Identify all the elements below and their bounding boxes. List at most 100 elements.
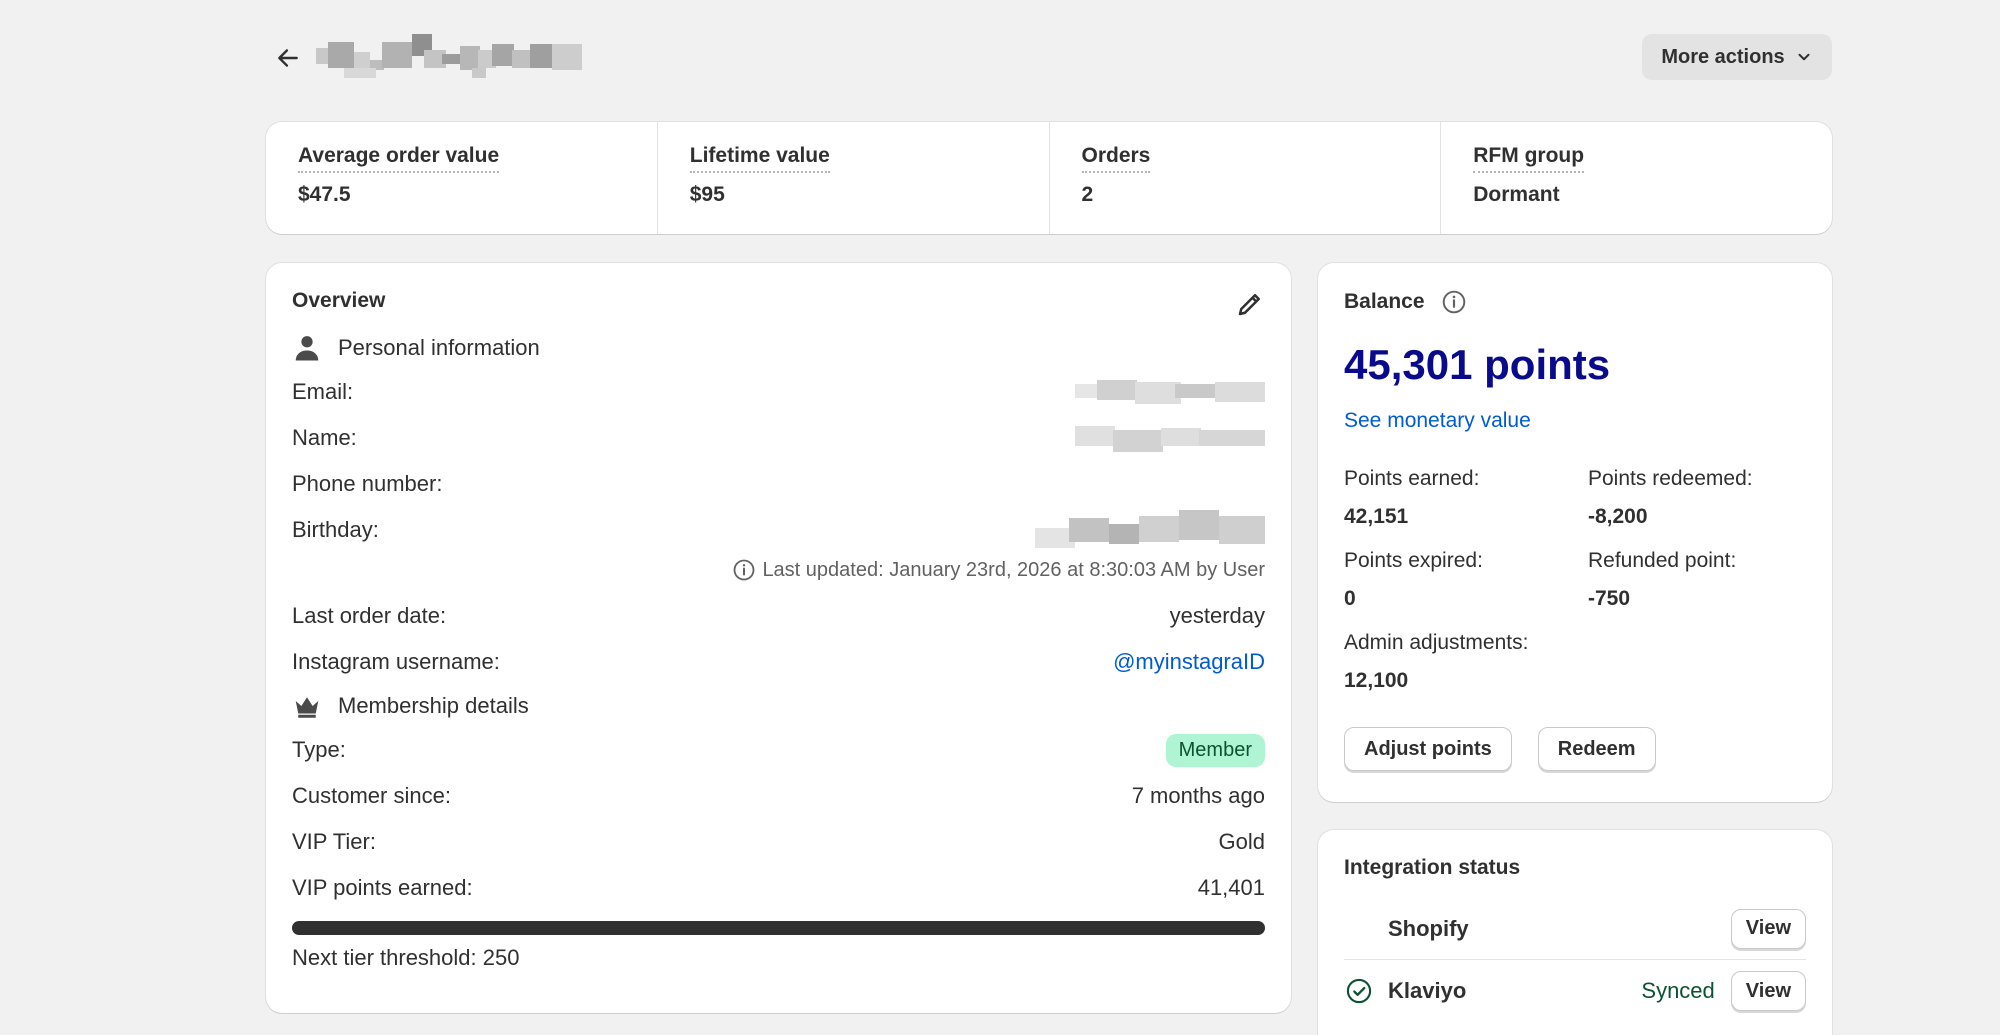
customer-name-redacted [316,34,582,78]
view-klaviyo-button[interactable]: View [1730,971,1806,1011]
stat-rfm-group: RFM group Dormant [1441,122,1832,234]
birthday-row: Birthday: [292,507,1265,553]
check-circle-icon [1344,976,1374,1006]
integration-name: Klaviyo [1388,978,1467,1003]
stat-average-order-value: Average order value $47.5 [266,122,658,234]
vip-points-label: VIP points earned: [292,875,473,900]
personal-info-heading: Personal information [292,333,1265,363]
refunded-label: Refunded point: [1588,549,1737,572]
stat-label[interactable]: RFM group [1473,144,1585,173]
customer-since-value: 7 months ago [1131,783,1265,808]
last-updated-row: Last updated: January 23rd, 2026 at 8:30… [292,553,1265,587]
balance-actions: Adjust points Redeem [1344,727,1806,771]
vip-tier-value: Gold [1218,829,1265,854]
vip-progress-fill [292,921,1265,935]
info-icon [734,559,755,581]
stat-lifetime-value: Lifetime value $95 [658,122,1050,234]
integration-row-shopify: Shopify View [1344,898,1806,960]
points-redeemed-label: Points redeemed: [1588,467,1753,490]
next-tier-text: Next tier threshold: 250 [292,945,520,970]
last-updated-text: Last updated: January 23rd, 2026 at 8:30… [762,558,1265,581]
chevron-down-icon [1798,53,1810,61]
balance-card: Balance 45,301 points See monetary value… [1318,263,1832,802]
points-breakdown: Points earned: 42,151 Points redeemed: -… [1344,467,1806,693]
overview-card: Overview Personal information Email: Nam… [266,263,1291,1013]
stat-label[interactable]: Orders [1081,144,1151,173]
name-redacted [1075,426,1265,452]
type-label: Type: [292,737,346,762]
vip-points-row: VIP points earned: 41,401 [292,865,1265,911]
birthday-redacted [1035,510,1265,548]
email-row: Email: [292,369,1265,415]
points-balance: 45,301 points [1344,341,1611,388]
last-order-value: yesterday [1169,603,1265,628]
balance-header: Balance [1344,289,1806,315]
vip-tier-row: VIP Tier: Gold [292,819,1265,865]
crown-icon [295,697,319,718]
stat-value: 2 [1081,183,1094,206]
membership-heading: Membership details [292,691,1265,721]
adjust-points-button[interactable]: Adjust points [1344,727,1512,771]
redeem-button[interactable]: Redeem [1537,727,1656,771]
view-shopify-button[interactable]: View [1730,908,1806,949]
points-earned: Points earned: 42,151 [1344,467,1588,529]
refunded-value: -750 [1588,587,1631,610]
instagram-link[interactable]: @myinstagraID [1113,649,1265,675]
info-icon[interactable] [1441,289,1467,315]
points-expired-value: 0 [1344,587,1356,610]
last-order-label: Last order date: [292,603,447,628]
integration-title: Integration status [1344,856,1521,879]
email-label: Email: [292,379,354,404]
stat-value: $95 [689,183,725,206]
type-row: Type: Member [292,727,1265,773]
last-order-row: Last order date: yesterday [292,593,1265,639]
points-expired: Points expired: 0 [1344,549,1588,611]
arrow-left-icon [278,49,298,67]
name-label: Name: [292,425,357,450]
refunded-points: Refunded point: -750 [1588,549,1818,611]
vip-points-value: 41,401 [1197,875,1265,900]
overview-title: Overview [292,289,386,312]
name-row: Name: [292,415,1265,461]
instagram-label: Instagram username: [292,649,500,674]
stat-orders: Orders 2 [1050,122,1442,234]
admin-adjustments-label: Admin adjustments: [1344,631,1529,654]
vip-tier-label: VIP Tier: [292,829,376,854]
stat-value: $47.5 [298,183,351,206]
integration-name: Shopify [1388,915,1469,941]
integration-row-klaviyo: Klaviyo Synced View [1344,960,1806,1022]
stat-label[interactable]: Lifetime value [689,144,830,173]
back-button[interactable] [270,40,306,76]
admin-adjustments: Admin adjustments: 12,100 [1344,631,1588,693]
page-header: More actions [266,34,1832,82]
membership-label: Membership details [338,693,529,718]
instagram-row: Instagram username: @myinstagraID [292,639,1265,685]
points-earned-label: Points earned: [1344,467,1480,490]
edit-button[interactable] [1235,289,1267,321]
member-badge: Member [1165,733,1265,767]
admin-adjustments-value: 12,100 [1344,669,1409,692]
customer-since-label: Customer since: [292,783,451,808]
stat-label[interactable]: Average order value [298,144,500,173]
customer-stats-card: Average order value $47.5 Lifetime value… [266,122,1832,234]
points-redeemed-value: -8,200 [1588,505,1648,528]
synced-status: Synced [1641,978,1715,1003]
phone-row: Phone number: [292,461,1265,507]
shopify-icon [1344,914,1374,944]
stat-value: Dormant [1473,183,1560,206]
vip-progress-bar [292,921,1265,935]
birthday-label: Birthday: [292,517,379,542]
pencil-icon [1238,294,1260,316]
customer-since-row: Customer since: 7 months ago [292,773,1265,819]
integration-status-card: Integration status Shopify View Klaviyo … [1318,830,1832,1035]
phone-label: Phone number: [292,471,443,496]
more-actions-label: More actions [1661,45,1785,68]
see-monetary-value-link[interactable]: See monetary value [1344,409,1531,433]
points-earned-value: 42,151 [1344,505,1409,528]
email-redacted [1075,380,1265,404]
more-actions-button[interactable]: More actions [1642,34,1832,80]
points-redeemed: Points redeemed: -8,200 [1588,467,1818,529]
personal-info-label: Personal information [338,335,540,360]
person-icon [295,336,319,361]
balance-title: Balance [1344,290,1425,313]
